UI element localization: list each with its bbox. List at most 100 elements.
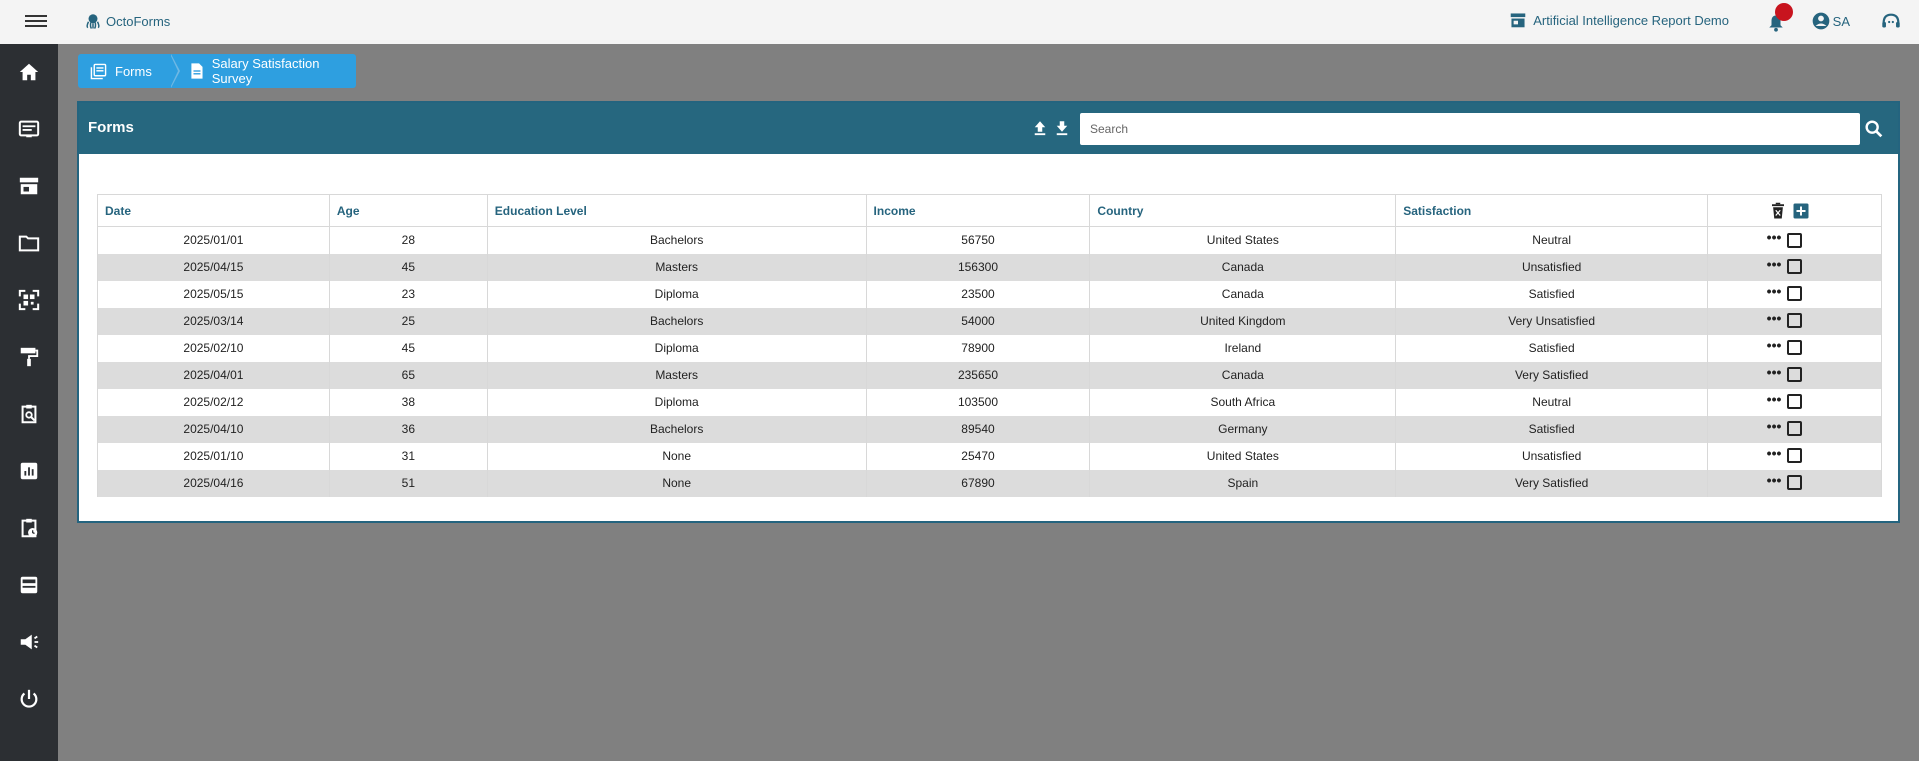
table-header-row: Date Age Education Level Income Country …: [97, 194, 1882, 227]
table-row[interactable]: 2025/02/10 45 Diploma 78900 Ireland Sati…: [97, 334, 1882, 362]
cell-satisfaction: Neutral: [1395, 226, 1709, 254]
more-options-button[interactable]: •••: [1767, 338, 1782, 352]
cell-age: 45: [328, 253, 488, 281]
report-link-label: Artificial Intelligence Report Demo: [1533, 12, 1729, 28]
breadcrumb-item-forms[interactable]: Forms: [78, 54, 180, 88]
cell-age: 36: [328, 415, 488, 443]
support-button[interactable]: [1880, 11, 1902, 38]
brand-link[interactable]: OctoForms: [84, 12, 170, 30]
more-options-button[interactable]: •••: [1767, 446, 1782, 460]
more-options-button[interactable]: •••: [1767, 365, 1782, 379]
row-checkbox[interactable]: [1787, 340, 1803, 356]
row-checkbox[interactable]: [1787, 286, 1803, 302]
more-options-button[interactable]: •••: [1767, 473, 1782, 487]
row-checkbox[interactable]: [1787, 232, 1803, 248]
delete-icon[interactable]: [1770, 202, 1786, 220]
sidebar-item-schedule[interactable]: [18, 517, 40, 539]
sidebar-item-store[interactable]: [18, 175, 40, 197]
breadcrumb-label: Forms: [115, 63, 152, 79]
cell-income: 78900: [865, 334, 1091, 362]
more-options-button[interactable]: •••: [1767, 230, 1782, 244]
sidebar-item-reports[interactable]: [18, 460, 40, 482]
sidebar-item-inbox[interactable]: [18, 574, 40, 596]
sidebar-item-campaigns[interactable]: [18, 631, 40, 653]
sidebar-item-home[interactable]: [18, 61, 40, 83]
sidebar-item-review[interactable]: [18, 403, 40, 425]
cell-date: 2025/03/14: [97, 307, 330, 335]
report-chart-icon: [20, 462, 38, 480]
table-row[interactable]: 2025/05/15 23 Diploma 23500 Canada Satis…: [97, 280, 1882, 308]
column-header-education[interactable]: Education Level: [486, 194, 867, 227]
table-row[interactable]: 2025/04/10 36 Bachelors 89540 Germany Sa…: [97, 415, 1882, 443]
column-header-country[interactable]: Country: [1089, 194, 1397, 227]
cell-actions: •••: [1707, 415, 1882, 443]
forms-table: Date Age Education Level Income Country …: [97, 194, 1882, 497]
sidebar-item-logout[interactable]: [18, 688, 40, 710]
more-options-button[interactable]: •••: [1767, 392, 1782, 406]
user-initials: SA: [1832, 13, 1850, 29]
cell-date: 2025/02/10: [97, 334, 330, 362]
add-icon[interactable]: [1792, 202, 1810, 220]
table-row[interactable]: 2025/03/14 25 Bachelors 54000 United Kin…: [97, 307, 1882, 335]
cell-satisfaction: Neutral: [1395, 388, 1709, 416]
breadcrumb-item-survey[interactable]: Salary Satisfaction Survey: [169, 54, 356, 88]
inbox-icon: [20, 576, 38, 594]
notifications-button[interactable]: [1765, 3, 1793, 32]
download-icon[interactable]: [1053, 119, 1071, 137]
column-header-income[interactable]: Income: [865, 194, 1091, 227]
more-options-button[interactable]: •••: [1767, 284, 1782, 298]
table-row[interactable]: 2025/01/01 28 Bachelors 56750 United Sta…: [97, 226, 1882, 254]
more-options-button[interactable]: •••: [1767, 419, 1782, 433]
table-row[interactable]: 2025/04/16 51 None 67890 Spain Very Sati…: [97, 469, 1882, 497]
cell-satisfaction: Very Unsatisfied: [1395, 307, 1709, 335]
cell-age: 23: [328, 280, 488, 308]
column-header-age[interactable]: Age: [328, 194, 488, 227]
cell-actions: •••: [1707, 442, 1882, 470]
row-checkbox[interactable]: [1787, 394, 1803, 410]
hamburger-icon[interactable]: [25, 12, 47, 32]
cell-education: Bachelors: [486, 226, 867, 254]
column-header-satisfaction[interactable]: Satisfaction: [1395, 194, 1709, 227]
sidebar-item-forms[interactable]: [18, 118, 40, 140]
breadcrumb: Forms Salary Satisfaction Survey: [78, 54, 356, 88]
cell-age: 25: [328, 307, 488, 335]
row-checkbox[interactable]: [1787, 313, 1803, 329]
table-row[interactable]: 2025/04/15 45 Masters 156300 Canada Unsa…: [97, 253, 1882, 281]
sidebar-item-folder[interactable]: [18, 232, 40, 254]
row-checkbox[interactable]: [1787, 475, 1803, 491]
user-menu[interactable]: SA: [1811, 11, 1850, 31]
row-checkbox[interactable]: [1787, 448, 1803, 464]
cell-satisfaction: Satisfied: [1395, 415, 1709, 443]
more-options-button[interactable]: •••: [1767, 311, 1782, 325]
storefront-icon: [1510, 13, 1526, 28]
cell-country: Canada: [1089, 280, 1397, 308]
sidebar-item-qr-scan[interactable]: [18, 289, 40, 311]
cell-date: 2025/01/01: [97, 226, 330, 254]
table-row[interactable]: 2025/02/12 38 Diploma 103500 South Afric…: [97, 388, 1882, 416]
cell-age: 38: [328, 388, 488, 416]
search-button[interactable]: [1863, 118, 1885, 140]
sidebar-item-themes[interactable]: [18, 346, 40, 368]
more-options-button[interactable]: •••: [1767, 257, 1782, 271]
cell-actions: •••: [1707, 469, 1882, 497]
upload-icon[interactable]: [1031, 119, 1049, 137]
cell-age: 45: [328, 334, 488, 362]
column-header-date[interactable]: Date: [97, 194, 330, 227]
row-checkbox[interactable]: [1787, 367, 1803, 383]
table-row[interactable]: 2025/04/01 65 Masters 235650 Canada Very…: [97, 361, 1882, 389]
forms-icon: [18, 120, 40, 138]
cell-education: Diploma: [486, 388, 867, 416]
cell-satisfaction: Very Satisfied: [1395, 361, 1709, 389]
cell-date: 2025/02/12: [97, 388, 330, 416]
cell-satisfaction: Unsatisfied: [1395, 253, 1709, 281]
report-link[interactable]: Artificial Intelligence Report Demo: [1509, 12, 1729, 28]
cell-education: Masters: [486, 253, 867, 281]
search-input[interactable]: [1080, 113, 1860, 145]
library-books-icon: [90, 63, 107, 79]
row-checkbox[interactable]: [1787, 421, 1803, 437]
table-row[interactable]: 2025/01/10 31 None 25470 United States U…: [97, 442, 1882, 470]
row-checkbox[interactable]: [1787, 259, 1803, 275]
cell-education: Diploma: [486, 280, 867, 308]
cell-satisfaction: Satisfied: [1395, 280, 1709, 308]
cell-date: 2025/04/15: [97, 253, 330, 281]
